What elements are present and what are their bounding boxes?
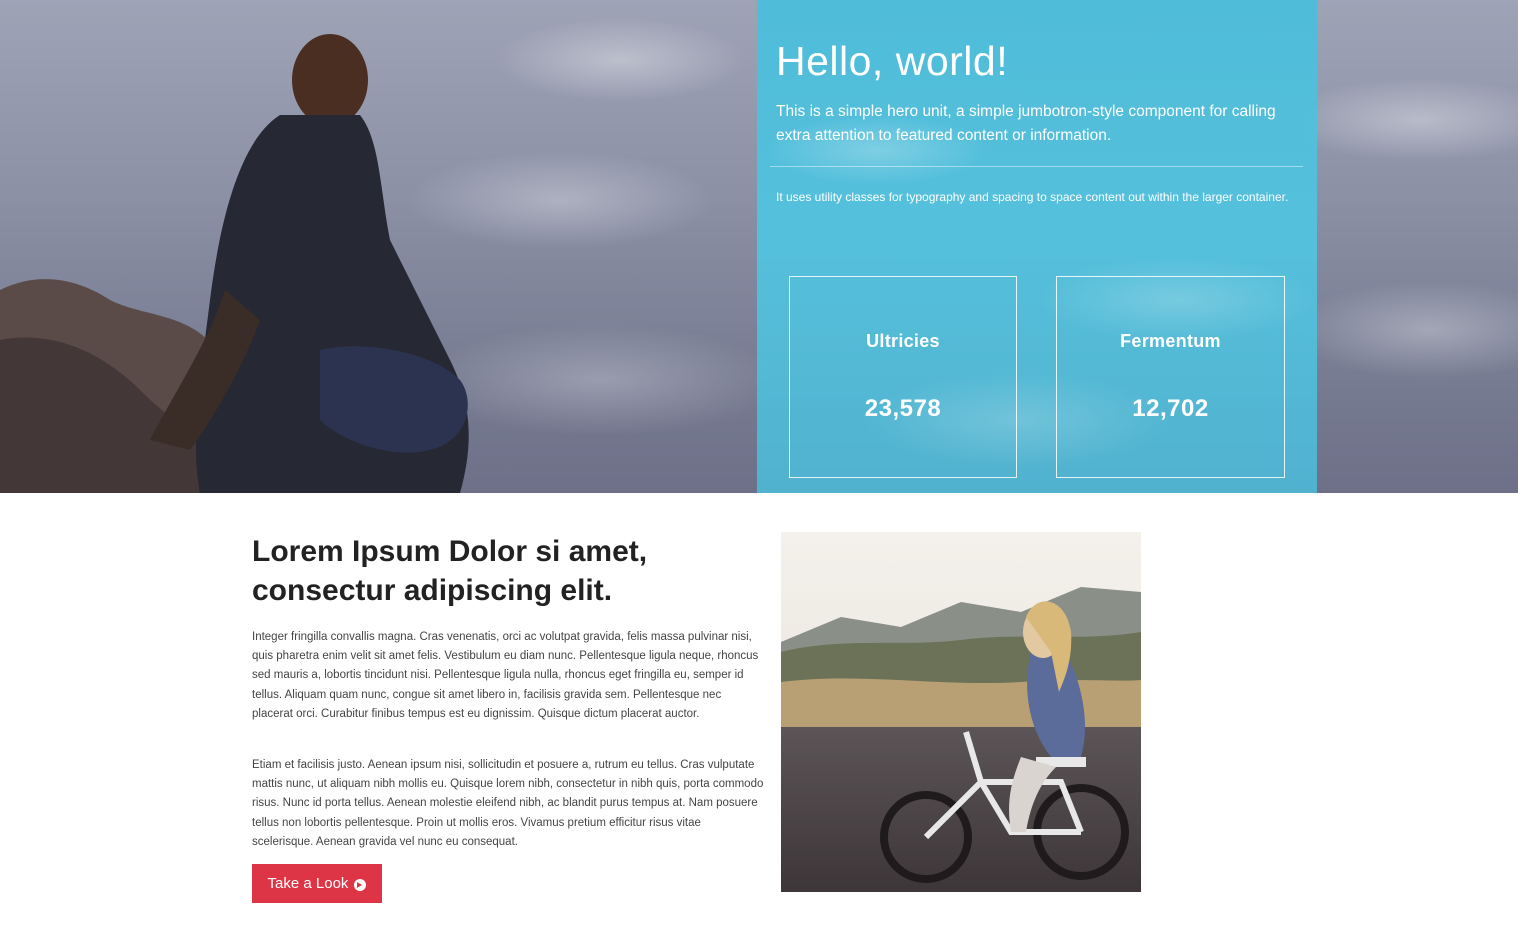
content-paragraph: Etiam et facilisis justo. Aenean ipsum n… bbox=[252, 759, 764, 848]
hero-small-text: It uses utility classes for typography a… bbox=[776, 190, 1289, 204]
arrow-circle-right-icon bbox=[354, 879, 367, 891]
cyclist-image bbox=[781, 532, 1141, 892]
hero-divider bbox=[770, 166, 1303, 167]
stat-card-ultricies: Ultricies 23,578 bbox=[789, 276, 1017, 478]
content-paragraph: Integer fringilla convallis magna. Cras … bbox=[252, 631, 759, 720]
content-title: Lorem Ipsum Dolor si amet, consectur adi… bbox=[252, 535, 648, 607]
stat-card-fermentum: Fermentum 12,702 bbox=[1056, 276, 1285, 478]
take-a-look-button[interactable]: Take a Look bbox=[252, 864, 382, 903]
stat-value: 23,578 bbox=[864, 395, 942, 422]
person-image bbox=[150, 34, 469, 493]
button-label: Take a Look bbox=[267, 875, 349, 892]
stat-label: Ultricies bbox=[866, 331, 940, 351]
hero-lead-text: This is a simple hero unit, a simple jum… bbox=[776, 103, 1276, 144]
stat-value: 12,702 bbox=[1132, 395, 1209, 422]
hero-title: Hello, world! bbox=[776, 38, 1009, 84]
hero-section: Hello, world! This is a simple hero unit… bbox=[0, 0, 1518, 493]
stat-label: Fermentum bbox=[1120, 331, 1221, 351]
cyclist-photo bbox=[781, 532, 1141, 892]
